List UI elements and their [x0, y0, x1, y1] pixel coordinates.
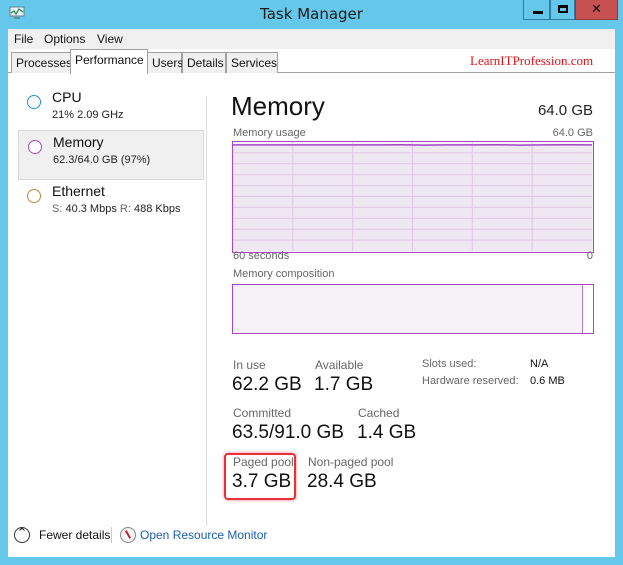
window-client: File Options View Processes Performance …	[8, 29, 615, 557]
hardware-reserved-label: Hardware reserved:	[422, 375, 519, 387]
footer-divider	[111, 527, 112, 543]
in-use-label: In use	[233, 358, 266, 372]
available-label: Available	[315, 358, 364, 372]
maximize-button[interactable]	[550, 0, 575, 20]
panel-title: Memory	[231, 91, 325, 121]
sidebar-item-memory[interactable]: Memory 62.3/64.0 GB (97%)	[18, 130, 204, 180]
memory-usage-graph	[232, 141, 594, 253]
in-use-value: 62.2 GB	[232, 374, 302, 395]
memory-usage-label: Memory usage	[233, 127, 306, 139]
graph-time-right-label: 0	[586, 250, 593, 262]
tab-details[interactable]: Details	[182, 52, 226, 73]
graph-time-left-label: 60 seconds	[233, 250, 290, 262]
sidebar-item-title: Memory	[53, 134, 104, 150]
tab-performance[interactable]: Performance	[70, 49, 148, 74]
send-value: 40.3 Mbps	[65, 203, 117, 215]
hardware-reserved-value: 0.6 MB	[530, 375, 565, 387]
sidebar-item-ethernet[interactable]: Ethernet S: 40.3 Mbps R: 488 Kbps	[18, 180, 204, 230]
menu-bar: File Options View	[8, 29, 615, 49]
available-value: 1.7 GB	[314, 374, 374, 395]
sidebar-item-title: Ethernet	[52, 183, 105, 199]
slots-used-value: N/A	[530, 358, 549, 370]
memory-usage-area	[233, 144, 592, 251]
tab-users[interactable]: Users	[147, 52, 183, 73]
watermark-text: LearnITProfession.com	[470, 53, 594, 68]
maximize-icon	[558, 5, 568, 13]
sidebar-item-title: CPU	[52, 89, 82, 105]
footer: ^ Fewer details Open Resource Monitor	[8, 517, 615, 557]
send-label: S:	[52, 203, 63, 215]
committed-label: Committed	[233, 406, 292, 420]
close-button[interactable]: ✕	[575, 0, 618, 20]
sidebar-divider	[206, 96, 207, 526]
memory-composition-label: Memory composition	[233, 268, 335, 280]
ethernet-ring-icon	[27, 189, 41, 203]
resource-monitor-icon[interactable]	[120, 527, 136, 543]
panel-total-memory: 64.0 GB	[537, 102, 593, 119]
tab-strip: Processes Performance Users Details Serv…	[8, 49, 615, 74]
minimize-button[interactable]	[523, 0, 550, 20]
fewer-details-link[interactable]: Fewer details	[39, 528, 110, 542]
chevron-up-icon: ^	[17, 527, 27, 538]
gauge-needle-icon	[124, 530, 132, 539]
tab-processes[interactable]: Processes	[11, 52, 72, 73]
paged-pool-value: 3.7 GB	[232, 471, 292, 492]
fewer-details-button[interactable]: ^	[14, 527, 30, 543]
memory-ring-icon	[28, 140, 42, 154]
tab-services[interactable]: Services	[226, 52, 278, 73]
menu-view[interactable]: View	[97, 32, 123, 46]
title-bar[interactable]: Task Manager ✕	[0, 0, 623, 29]
menu-file[interactable]: File	[14, 32, 33, 46]
paged-pool-label: Paged pool	[233, 455, 294, 469]
non-paged-pool-value: 28.4 GB	[307, 471, 377, 492]
slots-used-label: Slots used:	[422, 358, 477, 370]
committed-value: 63.5/91.0 GB	[232, 422, 344, 443]
cached-label: Cached	[358, 406, 400, 420]
cpu-ring-icon	[27, 95, 41, 109]
cached-value: 1.4 GB	[357, 422, 417, 443]
open-resource-monitor-link[interactable]: Open Resource Monitor	[140, 528, 267, 542]
memory-usage-chart	[233, 142, 593, 251]
sidebar-item-subtitle: S: 40.3 Mbps R: 488 Kbps	[52, 203, 180, 215]
memory-composition-bar	[232, 284, 594, 334]
receive-value: 488 Kbps	[133, 203, 181, 215]
menu-options[interactable]: Options	[44, 32, 85, 46]
sidebar-item-cpu[interactable]: CPU 21% 2.09 GHz	[18, 86, 204, 136]
non-paged-pool-label: Non-paged pool	[308, 455, 394, 469]
sidebar-item-subtitle: 62.3/64.0 GB (97%)	[53, 154, 151, 166]
memory-usage-max-label: 64.0 GB	[552, 127, 593, 139]
composition-free-segment	[582, 285, 593, 333]
receive-label: R:	[119, 203, 131, 215]
minimize-icon	[533, 11, 543, 14]
close-icon: ✕	[591, 2, 602, 17]
sidebar-item-subtitle: 21% 2.09 GHz	[52, 109, 124, 121]
